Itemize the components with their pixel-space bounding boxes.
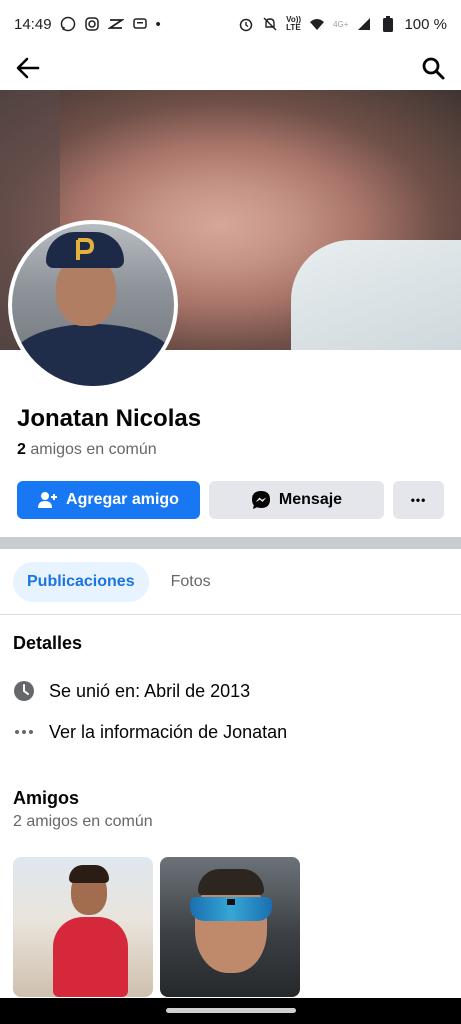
status-left: 14:49 • [14,16,161,33]
avatar-photo [12,224,174,386]
tab-publicaciones[interactable]: Publicaciones [13,562,149,602]
alarm-icon [238,16,254,32]
battery-icon [380,16,396,32]
chat-notification-icon [132,16,148,32]
battery-percent: 100 % [404,15,447,33]
cover-blanket [291,240,461,350]
more-options-button[interactable]: ••• [393,481,444,519]
mutual-friends: 2 amigos en común [17,441,157,459]
more-dots-icon [13,721,35,743]
more-options-icon: ••• [410,493,427,507]
mutual-text: amigos en común [25,441,157,458]
section-divider [0,537,461,549]
tab-fotos[interactable]: Fotos [157,562,225,602]
status-time: 14:49 [14,15,52,33]
cap-logo-icon [76,238,95,260]
mutual-count: 2 [17,441,26,458]
friend-photo-hair [198,869,264,895]
capcut-icon [107,16,124,32]
see-info-row[interactable]: Ver la información de Jonatan [13,721,287,743]
friends-title: Amigos [13,788,80,808]
mute-icon [262,16,278,32]
volte-indicator: Vo)) LTE [286,16,301,32]
top-nav [0,48,461,88]
friend-photo-hair [69,865,109,883]
friend-photo-shirt [53,917,128,997]
friends-subtitle: 2 amigos en común [13,813,153,830]
friend-tile[interactable] [13,857,153,997]
friend-photo-bridge [227,899,235,905]
clock-icon [13,680,35,702]
status-right: Vo)) LTE 4G+ 100 % [238,16,447,33]
wifi-icon [309,16,325,32]
messenger-icon [251,491,270,509]
status-dot: • [155,15,161,33]
status-bar: 14:49 • Vo)) LTE 4G+ 100 % [0,0,461,48]
back-button[interactable] [12,52,44,84]
back-arrow-icon [16,57,40,79]
signal-icon [356,16,372,32]
home-indicator[interactable] [166,1008,296,1013]
profile-tabs: Publicaciones Fotos [13,562,225,602]
details-title: Detalles [13,633,83,653]
joined-row: Se unió en: Abril de 2013 [13,680,250,702]
add-friend-icon [38,492,58,508]
whatsapp-icon [60,16,76,32]
search-button[interactable] [417,52,449,84]
friend-tile[interactable] [160,857,300,997]
profile-avatar[interactable] [8,220,178,390]
message-label: Mensaje [278,491,343,508]
instagram-icon [84,16,100,32]
joined-text: Se unió en: Abril de 2013 [49,680,251,701]
profile-name: Jonatan Nicolas [17,405,202,432]
search-icon [422,57,445,80]
add-friend-label: Agregar amigo [66,491,179,508]
network-type: 4G+ [333,19,349,29]
add-friend-button[interactable]: Agregar amigo [17,481,200,519]
see-info-text: Ver la información de Jonatan [49,721,288,742]
tabs-divider [0,614,461,615]
message-button[interactable]: Mensaje [209,481,384,519]
volte-bottom: LTE [286,23,301,32]
